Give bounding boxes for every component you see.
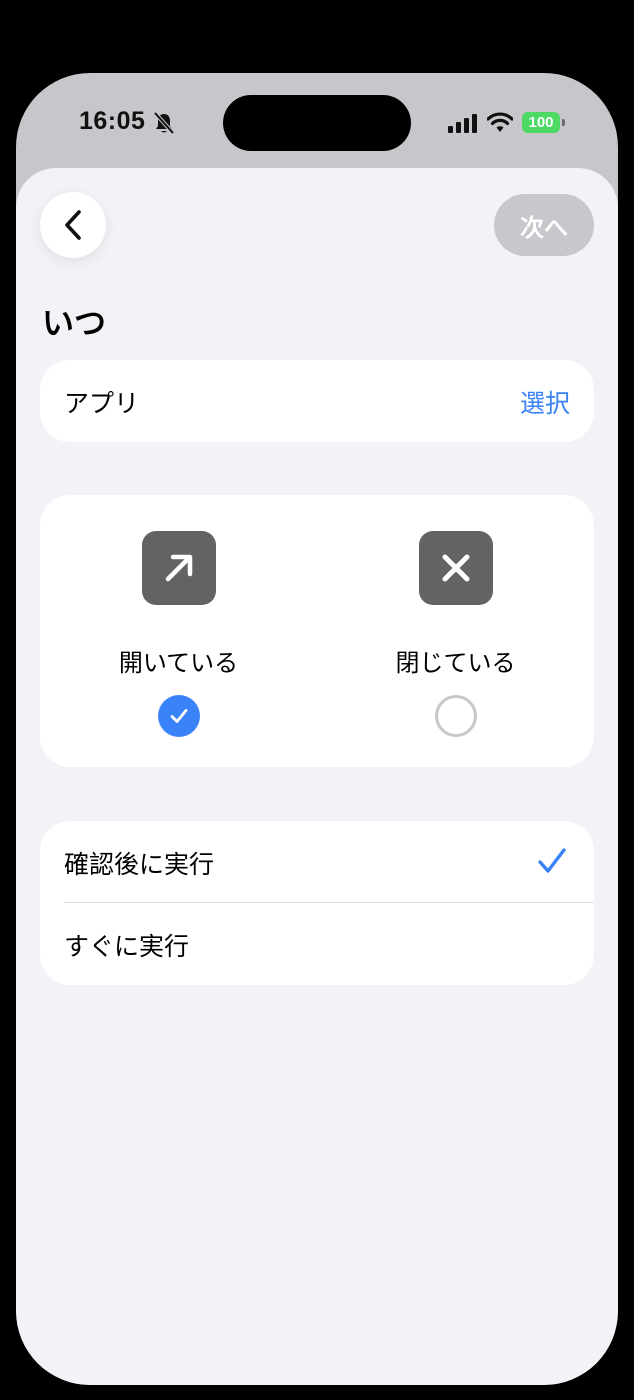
run-mode-list: 確認後に実行 すぐに実行 bbox=[40, 821, 594, 985]
checkmark-icon bbox=[538, 848, 566, 873]
radio-closed[interactable] bbox=[435, 695, 477, 737]
state-icon-tile bbox=[142, 531, 216, 605]
checkmark-icon bbox=[170, 709, 188, 723]
chevron-left-icon bbox=[65, 210, 81, 240]
app-row-label: アプリ bbox=[64, 389, 140, 418]
run-option-immediate[interactable]: すぐに実行 bbox=[40, 903, 594, 985]
state-icon-tile bbox=[419, 531, 493, 605]
radio-open-selected[interactable] bbox=[158, 695, 200, 737]
status-bar: 16:05 100 bbox=[16, 73, 618, 168]
arrow-up-right-icon bbox=[165, 554, 193, 582]
wifi-icon bbox=[487, 112, 513, 132]
x-icon bbox=[442, 554, 470, 582]
run-option-label: すぐに実行 bbox=[64, 932, 190, 961]
back-button[interactable] bbox=[40, 192, 106, 258]
run-option-confirm[interactable]: 確認後に実行 bbox=[40, 821, 594, 903]
run-option-label: 確認後に実行 bbox=[64, 850, 215, 879]
sheet: 次へ いつ アプリ 選択 開いている 閉じている 確認後に実行 すぐに実行 bbox=[16, 168, 618, 1385]
app-state-picker: 開いている 閉じている bbox=[40, 495, 594, 767]
phone-frame: 16:05 100 次へ いつ アプリ 選択 開いている 閉じている 確認後に実… bbox=[16, 73, 618, 1385]
state-label-open: 開いている bbox=[118, 649, 239, 677]
state-label-closed: 閉じている bbox=[395, 649, 516, 677]
select-app-link[interactable]: 選択 bbox=[520, 384, 570, 420]
battery-nub bbox=[562, 119, 565, 126]
bell-slash-icon bbox=[153, 111, 175, 135]
state-option-open[interactable]: 開いている bbox=[40, 495, 317, 767]
app-select-row[interactable]: アプリ 選択 bbox=[40, 360, 594, 442]
cellular-signal-icon bbox=[448, 114, 477, 133]
state-option-closed[interactable]: 閉じている bbox=[317, 495, 594, 767]
dynamic-island bbox=[223, 95, 411, 151]
status-time: 16:05 bbox=[79, 107, 146, 135]
next-button[interactable]: 次へ bbox=[494, 194, 594, 256]
battery-indicator: 100 bbox=[522, 112, 560, 133]
section-title: いつ bbox=[42, 304, 107, 342]
